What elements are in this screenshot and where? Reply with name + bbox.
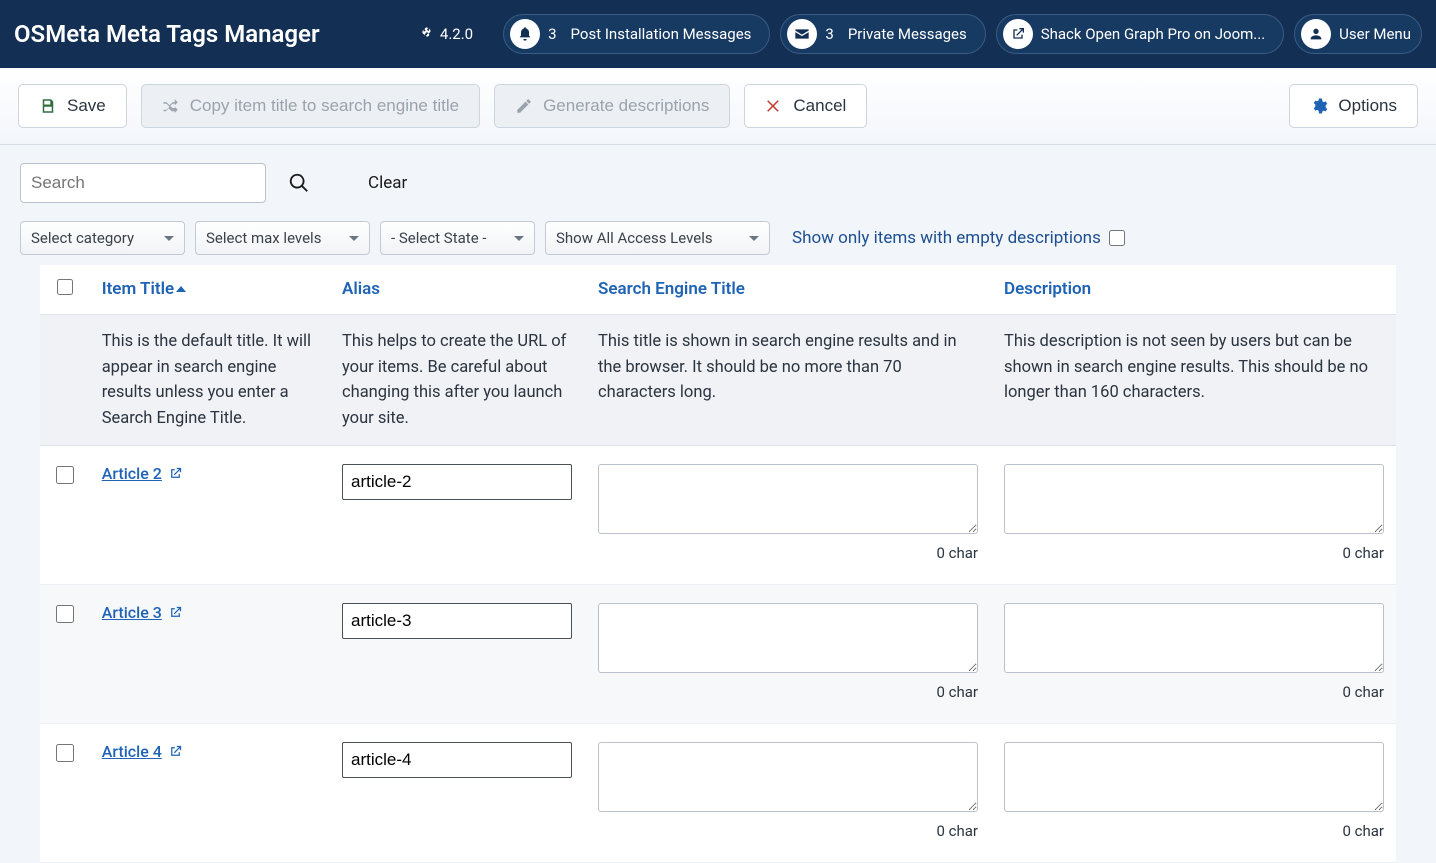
table-row: Article 3 0 char 0 char xyxy=(40,585,1396,724)
filters: Clear Select category Select max levels … xyxy=(0,145,1436,863)
item-title-link[interactable]: Article 2 xyxy=(102,464,183,483)
col-alias[interactable]: Alias xyxy=(328,265,584,315)
bell-icon xyxy=(510,19,540,49)
col-seo-title[interactable]: Search Engine Title xyxy=(584,265,990,315)
char-counter: 0 char xyxy=(598,544,978,562)
external-link-icon xyxy=(168,744,183,759)
seo-title-textarea[interactable] xyxy=(598,464,978,534)
items-table: Item Title Alias Search Engine Title Des… xyxy=(40,265,1396,863)
char-counter: 0 char xyxy=(598,683,978,701)
gear-icon xyxy=(1310,97,1328,115)
row-checkbox[interactable] xyxy=(56,605,74,623)
description-textarea[interactable] xyxy=(1004,603,1384,673)
page-title: OSMeta Meta Tags Manager xyxy=(14,20,420,48)
chevron-down-icon xyxy=(349,236,359,241)
close-icon xyxy=(765,97,783,115)
char-counter: 0 char xyxy=(1004,544,1384,562)
col-description[interactable]: Description xyxy=(990,265,1396,315)
show-empty-checkbox[interactable] xyxy=(1109,230,1125,246)
col-item-title[interactable]: Item Title xyxy=(88,265,328,315)
seo-title-textarea[interactable] xyxy=(598,742,978,812)
toolbar: Save Copy item title to search engine ti… xyxy=(0,68,1436,145)
external-link-icon xyxy=(168,466,183,481)
access-level-select[interactable]: Show All Access Levels xyxy=(545,221,770,255)
save-icon xyxy=(39,97,57,115)
save-button[interactable]: Save xyxy=(18,84,127,128)
show-empty-descriptions-toggle[interactable]: Show only items with empty descriptions xyxy=(792,228,1125,248)
col-desc-alias: This helps to create the URL of your ite… xyxy=(328,315,584,446)
external-link-icon xyxy=(168,605,183,620)
description-textarea[interactable] xyxy=(1004,464,1384,534)
chevron-down-icon xyxy=(749,236,759,241)
char-counter: 0 char xyxy=(598,822,978,840)
alias-input[interactable] xyxy=(342,603,572,639)
pencil-icon xyxy=(515,97,533,115)
col-desc-item-title: This is the default title. It will appea… xyxy=(88,315,328,446)
row-checkbox[interactable] xyxy=(56,744,74,762)
generate-descriptions-button[interactable]: Generate descriptions xyxy=(494,84,730,128)
private-messages-button[interactable]: 3 Private Messages xyxy=(780,14,985,54)
state-select[interactable]: - Select State - xyxy=(380,221,535,255)
joomla-version: 4.2.0 xyxy=(420,25,473,43)
shack-og-link-button[interactable]: Shack Open Graph Pro on Joom... xyxy=(996,14,1284,54)
char-counter: 0 char xyxy=(1004,822,1384,840)
select-all-checkbox[interactable] xyxy=(57,279,73,295)
col-desc-description: This description is not seen by users bu… xyxy=(990,315,1396,446)
search-input[interactable] xyxy=(20,163,266,203)
item-title-link[interactable]: Article 4 xyxy=(102,742,183,761)
envelope-icon xyxy=(787,19,817,49)
external-link-icon xyxy=(1003,19,1033,49)
options-button[interactable]: Options xyxy=(1289,84,1418,128)
item-title-link[interactable]: Article 3 xyxy=(102,603,183,622)
user-icon xyxy=(1301,19,1331,49)
shuffle-icon xyxy=(162,97,180,115)
post-install-count: 3 xyxy=(548,25,556,43)
description-textarea[interactable] xyxy=(1004,742,1384,812)
max-levels-select[interactable]: Select max levels xyxy=(195,221,370,255)
alias-input[interactable] xyxy=(342,464,572,500)
copy-title-button[interactable]: Copy item title to search engine title xyxy=(141,84,480,128)
category-select[interactable]: Select category xyxy=(20,221,185,255)
table-row: Article 2 0 char 0 char xyxy=(40,446,1396,585)
char-counter: 0 char xyxy=(1004,683,1384,701)
seo-title-textarea[interactable] xyxy=(598,603,978,673)
app-header: OSMeta Meta Tags Manager 4.2.0 3 Post In… xyxy=(0,0,1436,68)
clear-button[interactable]: Clear xyxy=(368,173,407,193)
user-menu-button[interactable]: User Menu xyxy=(1294,14,1422,54)
private-messages-count: 3 xyxy=(825,25,833,43)
post-install-messages-button[interactable]: 3 Post Installation Messages xyxy=(503,14,770,54)
chevron-down-icon xyxy=(514,236,524,241)
cancel-button[interactable]: Cancel xyxy=(744,84,867,128)
search-button[interactable] xyxy=(288,172,310,194)
col-desc-seo-title: This title is shown in search engine res… xyxy=(584,315,990,446)
table-row: Article 4 0 char 0 char xyxy=(40,724,1396,863)
row-checkbox[interactable] xyxy=(56,466,74,484)
search-icon xyxy=(288,172,310,194)
chevron-down-icon xyxy=(164,236,174,241)
joomla-icon xyxy=(420,25,434,43)
sort-asc-icon xyxy=(176,286,186,292)
alias-input[interactable] xyxy=(342,742,572,778)
